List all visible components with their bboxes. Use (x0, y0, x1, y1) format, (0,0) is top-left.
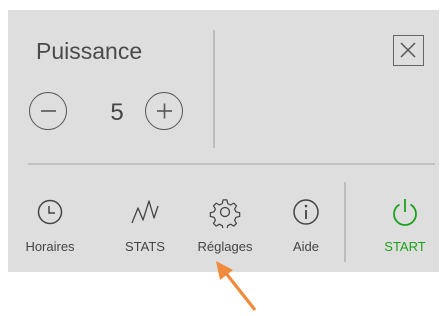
nav-item-stats[interactable]: STATS (110, 188, 180, 270)
nav-item-aide[interactable]: Aide (276, 188, 336, 270)
top-vertical-divider (213, 30, 215, 148)
close-icon (400, 42, 416, 58)
power-icon (393, 199, 417, 226)
nav-label-stats: STATS (125, 239, 165, 254)
nav-label-aide: Aide (292, 239, 320, 254)
horizontal-divider (28, 163, 435, 165)
bottom-vertical-divider (344, 182, 346, 262)
orange-arrow-icon (216, 261, 257, 311)
gear-icon (209, 199, 241, 228)
nav-label-reglages: Réglages (197, 239, 253, 254)
plus-icon (157, 103, 172, 119)
panel-title: Puissance (36, 38, 143, 64)
power-value: 5 (110, 99, 124, 126)
nav-label-horaires: Horaires (25, 239, 75, 254)
increase-power-button[interactable] (145, 92, 183, 130)
decrease-power-button[interactable] (29, 92, 67, 130)
control-panel: Puissance 5 Horaires STATS Réglages Aide… (8, 10, 439, 272)
nav-label-start: START (384, 239, 426, 254)
stats-wave-icon (131, 200, 159, 224)
minus-icon (41, 110, 56, 112)
info-icon (293, 199, 319, 225)
start-button[interactable]: START (370, 188, 440, 270)
nav-item-horaires[interactable]: Horaires (10, 188, 90, 270)
close-button[interactable] (393, 35, 424, 66)
clock-icon (37, 199, 63, 225)
